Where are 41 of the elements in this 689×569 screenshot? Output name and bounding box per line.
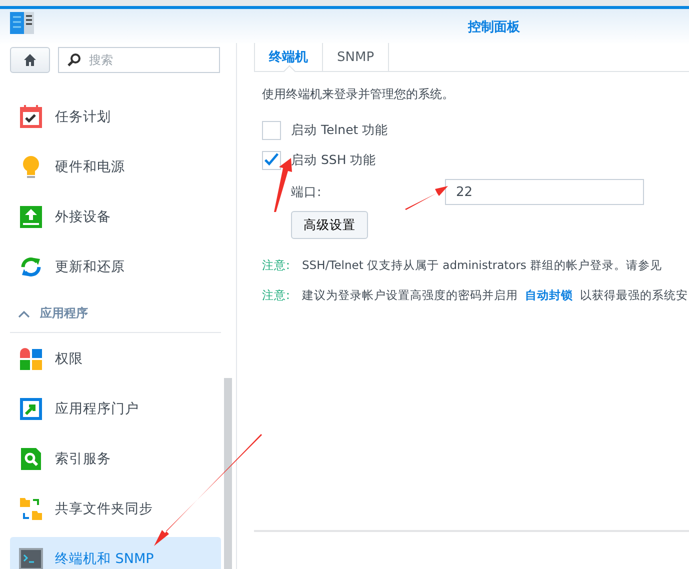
tiles-icon	[19, 347, 43, 371]
checkbox[interactable]	[262, 150, 281, 170]
sidebar-item[interactable]: 硬件和电源	[10, 145, 221, 189]
upload-icon	[19, 205, 43, 229]
checkbox-label: 启动 Telnet 功能	[291, 122, 388, 138]
window-title: 控制面板	[468, 19, 520, 36]
note-text: SSH/Telnet 仅支持从属于 administrators 群组的帐户登录。请参见	[302, 258, 662, 273]
note-label: 注意:	[262, 258, 291, 273]
home-icon	[23, 53, 37, 67]
tab[interactable]: SNMP	[322, 43, 390, 71]
terminal-icon	[19, 547, 43, 569]
search-document-icon	[19, 447, 43, 471]
sidebar-item[interactable]: 更新和还原	[10, 245, 221, 289]
arrow-drawing	[405, 186, 448, 210]
sidebar-item[interactable]: 共享文件夹同步	[10, 487, 221, 531]
advanced-settings-button[interactable]: 高级设置	[291, 211, 368, 239]
scrollbar[interactable]	[224, 378, 232, 569]
sidebar-item[interactable]: 索引服务	[10, 437, 221, 481]
description-text: 使用终端机来登录并管理您的系统。	[262, 86, 455, 103]
search-icon	[67, 53, 81, 67]
port-field[interactable]: 22	[445, 179, 644, 205]
calendar-check-icon	[19, 105, 43, 129]
checkbox-label: 启动 SSH 功能	[291, 152, 376, 168]
sidebar-item[interactable]: 应用程序门户	[10, 387, 221, 431]
folder-sync-icon	[19, 497, 43, 521]
sidebar-item[interactable]: 权限	[10, 337, 221, 381]
auto-block-link[interactable]: 自动封锁	[525, 288, 573, 303]
checkbox[interactable]	[262, 120, 281, 140]
note-text: 建议为登录帐户设置高强度的密码并启用	[302, 288, 518, 303]
arrow-drawing	[274, 158, 292, 212]
arrow-square-icon	[19, 397, 43, 421]
chevron-icon	[18, 310, 30, 318]
port-label: 端口:	[291, 184, 322, 200]
sidebar-item[interactable]: 外接设备	[10, 195, 221, 239]
section-header[interactable]: 应用程序	[10, 295, 221, 333]
note-label: 注意:	[262, 288, 291, 303]
note-text: 以获得最强的系统安	[580, 288, 688, 303]
sidebar-item[interactable]: 任务计划	[10, 95, 221, 139]
refresh-icon	[19, 255, 43, 279]
control-panel-icon	[10, 12, 34, 34]
home-button[interactable]	[10, 47, 50, 73]
